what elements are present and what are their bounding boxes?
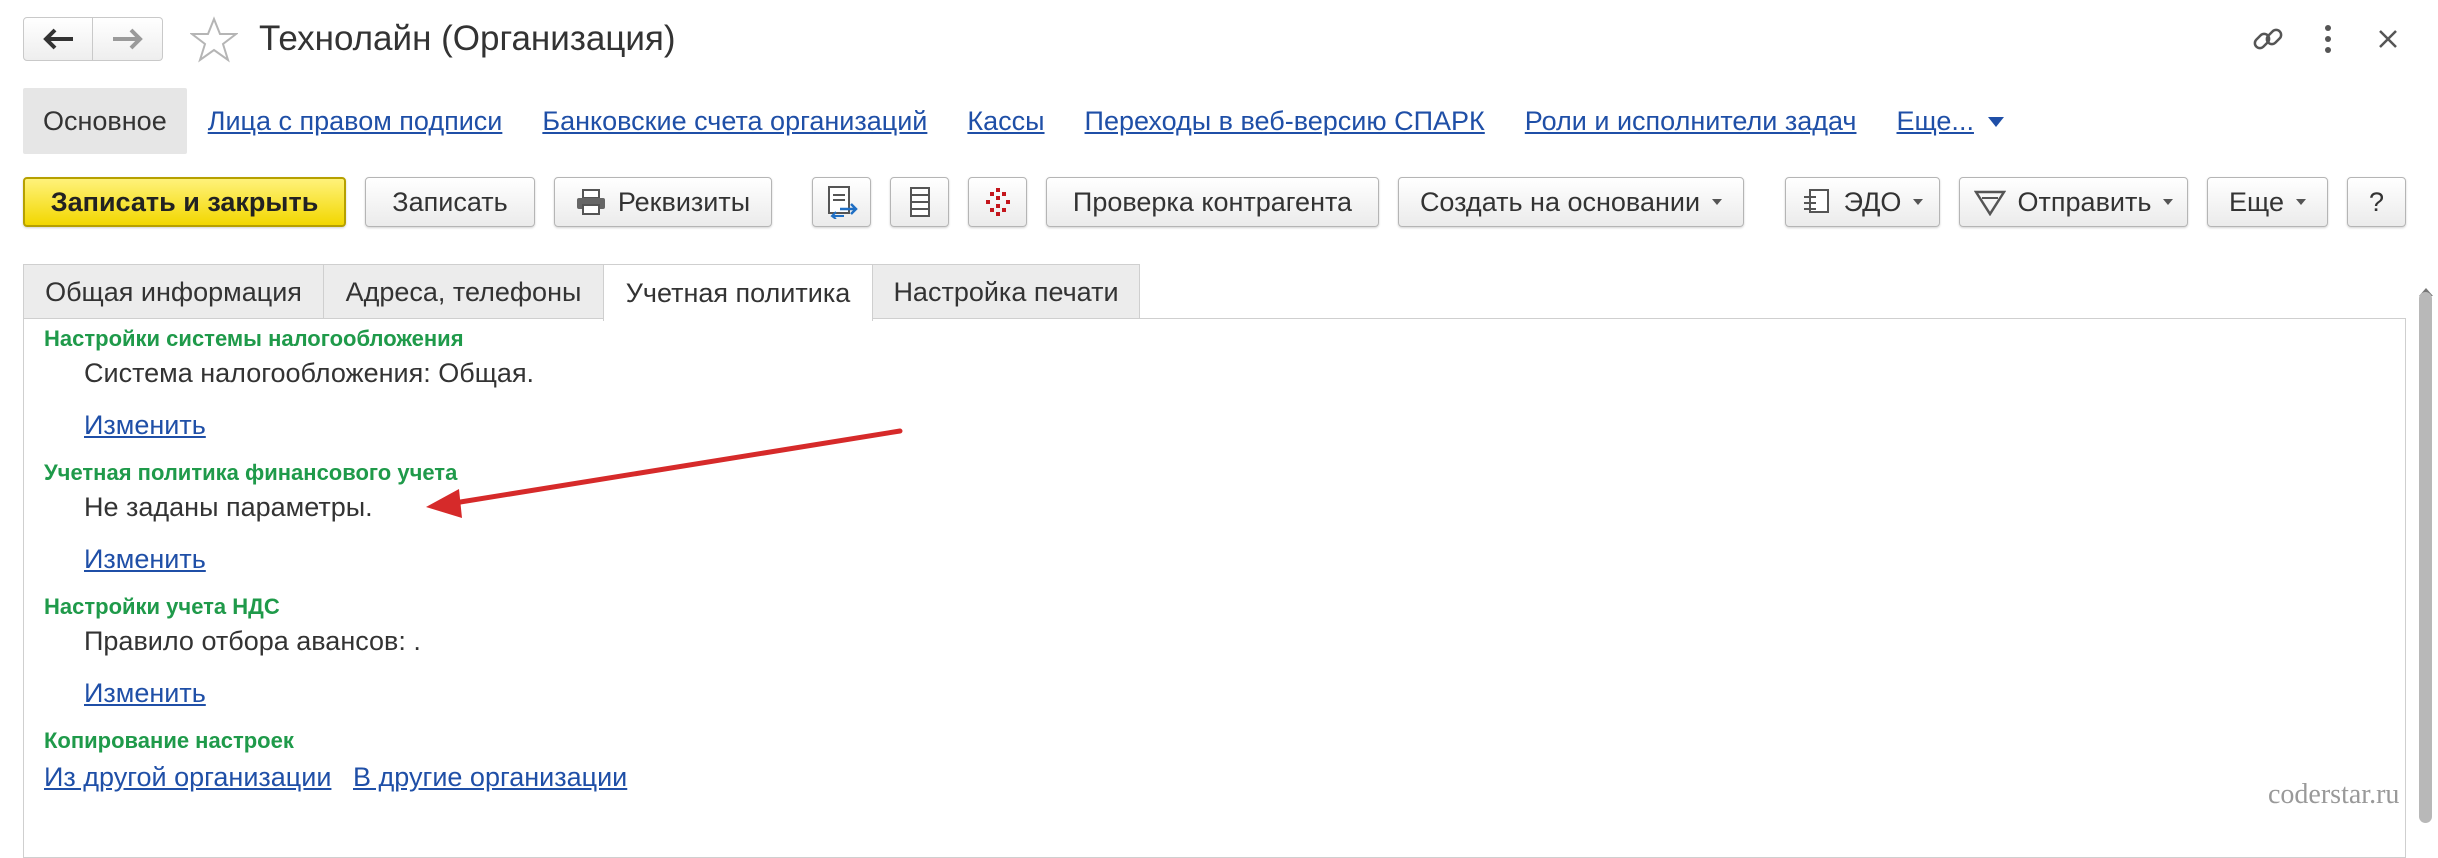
annotation-arrow [426, 428, 903, 518]
scrollbar-thumb[interactable] [2419, 292, 2432, 823]
tab-accounting-policy[interactable]: Учетная политика [603, 264, 873, 321]
watermark: coderstar.ru [2268, 779, 2400, 810]
